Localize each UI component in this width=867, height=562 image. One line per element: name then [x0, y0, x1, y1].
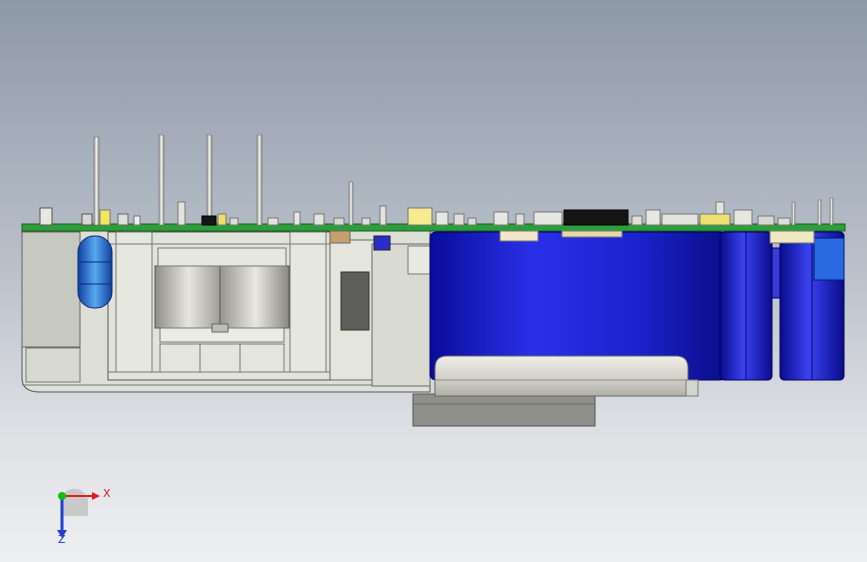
model-part — [293, 211, 301, 226]
model-part — [229, 217, 239, 226]
model-part — [777, 217, 791, 226]
model-part — [115, 231, 153, 373]
model-part — [631, 215, 643, 226]
terminal-pin-1 — [93, 136, 100, 226]
model-part — [313, 213, 325, 226]
heatsink-base-plate — [412, 393, 596, 427]
model-part — [661, 213, 699, 226]
model-part — [499, 230, 539, 242]
model-part — [791, 201, 796, 226]
model-part — [645, 209, 661, 226]
pcb-top-components — [39, 201, 791, 226]
small-blue-component — [813, 237, 845, 281]
model-part — [289, 231, 327, 373]
model-part — [39, 207, 53, 226]
terminal-pin-2 — [158, 134, 165, 226]
model-part — [467, 217, 477, 226]
model-part — [157, 247, 287, 267]
model-part — [453, 213, 465, 226]
toroid-inductor — [77, 235, 113, 309]
model-part — [211, 323, 229, 333]
terminal-pin-3 — [206, 134, 213, 226]
model-part — [435, 211, 449, 226]
capacitor-tray — [434, 355, 689, 397]
model-part — [561, 230, 623, 238]
left-side-panel — [21, 231, 81, 348]
model-part — [117, 213, 129, 226]
model-part — [373, 235, 391, 251]
model-part — [715, 201, 725, 215]
model-part — [733, 209, 753, 226]
model-part — [699, 213, 731, 226]
model-part — [348, 181, 354, 226]
model-part — [757, 215, 775, 226]
mosfet-black — [340, 271, 370, 331]
terminal-pin-4 — [256, 134, 263, 226]
model-part — [361, 217, 371, 226]
model-part — [493, 211, 509, 226]
model-part — [267, 217, 279, 226]
model-part — [159, 343, 285, 373]
model-part — [771, 247, 781, 299]
ic-chip — [563, 209, 629, 226]
coordinate-triad: X Z — [40, 478, 120, 548]
model-part — [685, 379, 699, 397]
model-part — [217, 213, 227, 226]
model-part — [201, 215, 217, 226]
model-part — [407, 245, 433, 275]
model-part — [177, 201, 186, 226]
model-part — [329, 230, 351, 244]
model-part — [333, 217, 345, 226]
x-axis-label: X — [103, 487, 111, 500]
model-part — [25, 347, 81, 383]
model-part — [817, 199, 822, 226]
model-part — [99, 209, 111, 226]
cad-viewport[interactable]: X Z — [0, 0, 867, 562]
pcb-assembly-model[interactable] — [0, 0, 867, 562]
model-part — [515, 213, 525, 226]
model-part — [133, 215, 141, 226]
model-part — [829, 197, 834, 226]
z-axis-label: Z — [58, 533, 66, 546]
model-part — [533, 211, 563, 226]
transformer-core — [154, 265, 290, 329]
model-part — [769, 230, 815, 244]
model-part — [407, 207, 433, 226]
model-part — [81, 213, 93, 226]
model-part — [379, 205, 387, 226]
